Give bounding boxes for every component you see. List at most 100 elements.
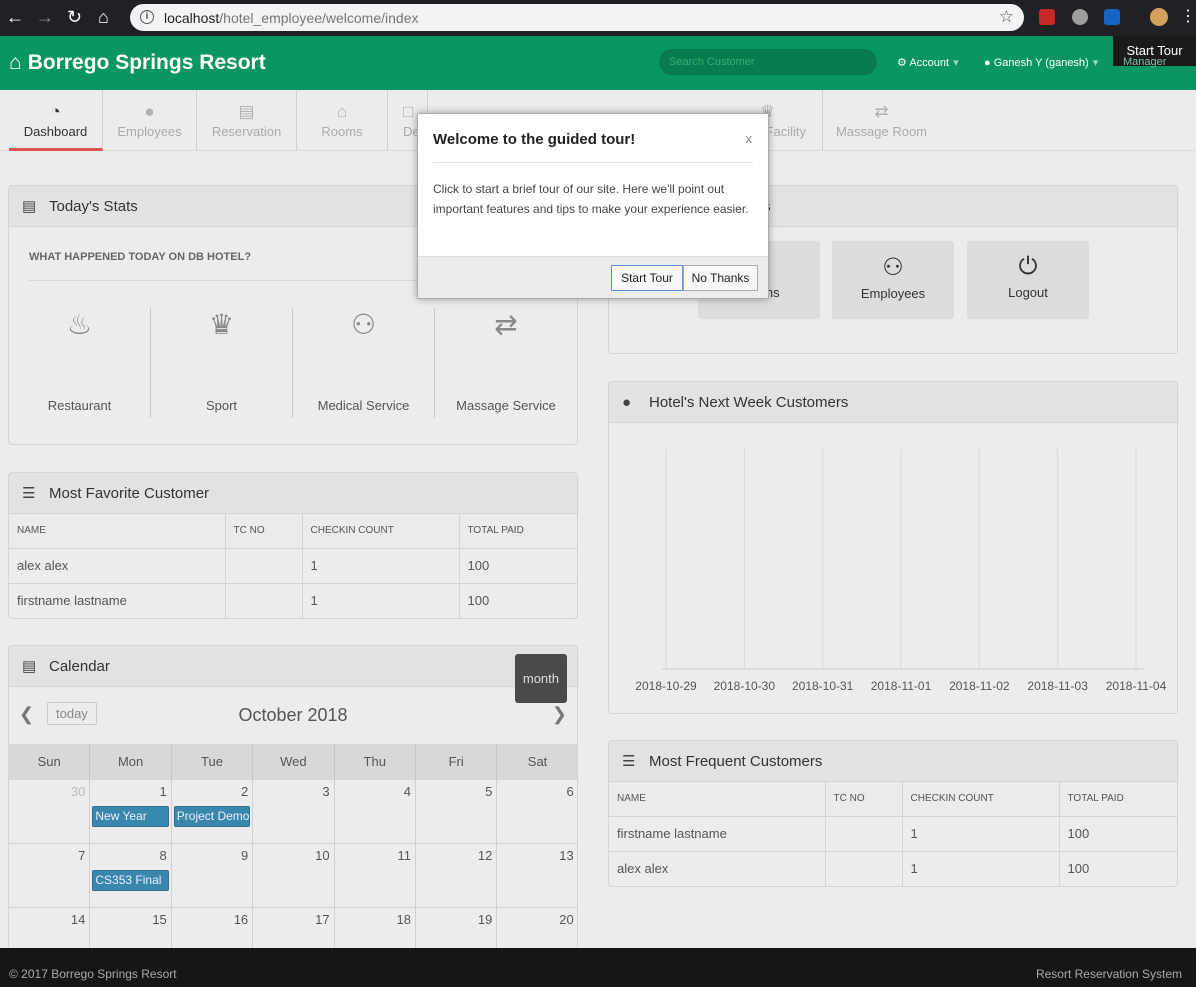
- weekday-header: Wed: [253, 744, 335, 780]
- chart-svg: 2018-10-29 2018-10-30 2018-10-31 2018-11-01…: [635, 449, 1167, 693]
- divider: [433, 162, 753, 163]
- panel-heading: ☰ Most Favorite Customer: [9, 473, 577, 514]
- calendar-day-cell[interactable]: 7: [9, 844, 91, 908]
- calendar-day-cell[interactable]: 11: [334, 844, 416, 908]
- start-tour-modal-button[interactable]: Start Tour: [611, 265, 683, 291]
- calendar-panel: ▤ Calendar month ❮ today October 2018 ❯ S…: [8, 645, 578, 955]
- next-week-chart: 2018-10-29 2018-10-30 2018-10-31 2018-11-01…: [609, 424, 1177, 713]
- panel-heading: ● Hotel's Next Week Customers: [609, 382, 1177, 423]
- guided-tour-modal: Welcome to the guided tour! x Click to s…: [417, 113, 769, 299]
- calendar-event[interactable]: New Year: [92, 806, 169, 827]
- no-thanks-button[interactable]: No Thanks: [683, 265, 758, 291]
- column-header: NAME: [609, 782, 826, 817]
- tab-dashboard[interactable]: ◔ Dashboard: [9, 90, 103, 151]
- bookmark-star-icon[interactable]: ☆: [999, 7, 1014, 27]
- retweet-icon: ⇄: [874, 102, 889, 121]
- stat-massage-service[interactable]: ⇄ Massage Service: [435, 308, 577, 418]
- day-number: 9: [240, 848, 249, 863]
- x-tick-label: 2018-11-03: [1027, 679, 1088, 693]
- avatar[interactable]: [1150, 8, 1168, 26]
- tab-employees[interactable]: ● Employees: [103, 90, 197, 151]
- calendar-day-cell[interactable]: 9: [171, 844, 254, 908]
- fire-icon: ♨: [66, 309, 93, 340]
- day-number: 7: [78, 848, 86, 863]
- calendar-day-cell[interactable]: 1 New Year: [90, 780, 172, 844]
- stat-medical-service[interactable]: ⚇ Medical Service: [293, 308, 435, 418]
- gear-icon: ⚙: [897, 57, 907, 69]
- day-number: 17: [315, 912, 330, 927]
- calendar-weekday-row: Sun Mon Tue Wed Thu Fri Sat: [9, 744, 577, 780]
- user-menu[interactable]: ● Ganesh Y (ganesh) ▾: [984, 56, 1098, 69]
- footer-system-name: Resort Reservation System: [1035, 967, 1182, 981]
- modal-body: Click to start a brief tour of our site.…: [433, 182, 749, 216]
- home-icon[interactable]: ⌂: [98, 8, 109, 26]
- close-icon[interactable]: x: [746, 131, 753, 146]
- calendar-week-row: 7 8 CS353 Final 9 10 11 12 13: [9, 844, 577, 908]
- column-header: TOTAL PAID: [459, 514, 577, 549]
- shortcut-logout[interactable]: ⏻ Logout: [967, 241, 1089, 319]
- column-header: TOTAL PAID: [1059, 782, 1177, 817]
- reload-icon[interactable]: ↻: [67, 8, 82, 26]
- user-md-icon: ⚇: [350, 309, 377, 340]
- x-tick-label: 2018-11-02: [949, 679, 1010, 693]
- panel-heading: ☰ Most Frequent Customers: [609, 741, 1177, 782]
- power-icon: ⏻: [1018, 253, 1038, 280]
- frequent-customers-table: NAME TC NO CHECKIN COUNT TOTAL PAID firs…: [609, 782, 1177, 886]
- list-icon: ☰: [622, 753, 636, 770]
- calendar-day-cell[interactable]: 3: [253, 780, 335, 844]
- user-md-icon: ⚇: [882, 254, 904, 281]
- extension-icon[interactable]: [1072, 9, 1088, 25]
- home-icon: ⌂: [9, 51, 22, 74]
- tab-massage-room[interactable]: ⇄ Massage Room: [823, 90, 940, 151]
- tab-rooms[interactable]: ⌂ Rooms: [297, 90, 388, 151]
- address-bar[interactable]: i localhost/hotel_employee/welcome/index…: [130, 4, 1024, 31]
- account-menu[interactable]: ⚙ Account ▾: [897, 56, 959, 69]
- stat-sport[interactable]: ♛ Sport: [151, 308, 293, 418]
- day-number: 15: [152, 912, 167, 927]
- stats-icon: ▤: [22, 198, 37, 215]
- info-icon[interactable]: i: [140, 10, 154, 24]
- day-number: 3: [322, 784, 330, 799]
- menu-icon[interactable]: ⋮: [1180, 8, 1196, 26]
- table-row: alex alex 1 100: [609, 851, 1177, 886]
- day-number: 16: [233, 912, 249, 927]
- calendar-day-cell[interactable]: 4: [334, 780, 416, 844]
- calendar-event[interactable]: CS353 Final: [92, 870, 169, 891]
- day-number: 4: [403, 784, 411, 799]
- top-navbar: ⌂Borrego Springs Resort ⚙ Account▾ ● Gan…: [0, 36, 1196, 90]
- weekday-header: Thu: [334, 744, 416, 780]
- calendar-day-cell[interactable]: 2 Project Demo: [171, 780, 254, 844]
- calendar-day-cell[interactable]: 12: [415, 844, 498, 908]
- forward-icon[interactable]: →: [36, 8, 54, 26]
- tab-reservation[interactable]: ▤ Reservation: [197, 90, 297, 151]
- back-icon[interactable]: ←: [6, 8, 24, 26]
- day-number: 5: [485, 784, 493, 799]
- calendar-day-cell[interactable]: 13: [497, 844, 577, 908]
- chevron-right-icon[interactable]: ❯: [552, 704, 567, 725]
- calendar-day-cell[interactable]: 5: [415, 780, 498, 844]
- day-number: 18: [396, 912, 411, 927]
- calendar-day-cell[interactable]: 8 CS353 Final: [90, 844, 172, 908]
- brand[interactable]: ⌂ Borrego Springs Resort: [9, 51, 266, 75]
- shortcut-employees[interactable]: ⚇ Employees: [832, 241, 954, 319]
- search-input[interactable]: [659, 49, 877, 75]
- calendar-day-cell[interactable]: 30: [9, 780, 91, 844]
- frequent-customers-panel: ☰ Most Frequent Customers NAME TC NO CHEC…: [608, 740, 1178, 887]
- calendar-day-cell[interactable]: 6: [497, 780, 577, 844]
- column-header: CHECKIN COUNT: [302, 514, 460, 549]
- calendar-day-cell[interactable]: 10: [253, 844, 335, 908]
- extension-icon[interactable]: [1104, 9, 1120, 25]
- day-number: 19: [477, 912, 493, 927]
- footer: © 2017 Borrego Springs Resort Resort Res…: [0, 948, 1196, 987]
- day-number: 20: [559, 912, 574, 927]
- user-icon: ●: [984, 57, 991, 69]
- list-icon: ☰: [22, 485, 36, 502]
- users-icon: ●: [622, 394, 632, 411]
- stat-restaurant[interactable]: ♨ Restaurant: [9, 308, 151, 418]
- favorite-customer-table: NAME TC NO CHECKIN COUNT TOTAL PAID alex…: [9, 514, 577, 618]
- extension-icon[interactable]: [1039, 9, 1055, 25]
- calendar-event[interactable]: Project Demo: [173, 806, 251, 827]
- column-header: TC NO: [225, 514, 303, 549]
- user-icon: ●: [144, 102, 155, 121]
- day-number: 12: [477, 848, 493, 863]
